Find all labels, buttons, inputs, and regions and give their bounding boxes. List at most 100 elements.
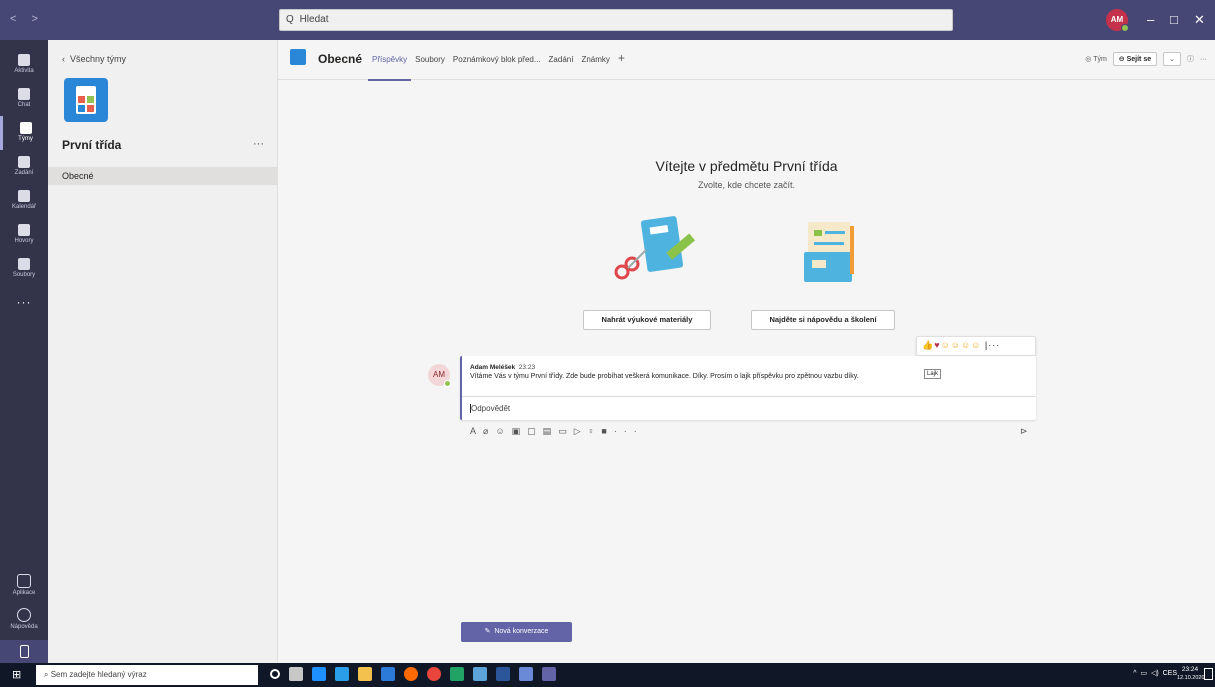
task-view-icon[interactable] (289, 667, 303, 681)
chrome-icon[interactable] (427, 667, 441, 681)
system-tray: ^ ▭ ◁) CES (1133, 669, 1177, 677)
close-button[interactable]: ✕ (1194, 12, 1205, 28)
video-icon[interactable]: ▭ (558, 426, 574, 436)
title-bar: < > Q Hledat AM – □ ✕ (0, 0, 1215, 40)
tab-class-notebook[interactable]: Poznámkový blok před... (449, 40, 545, 80)
volume-icon[interactable]: ◁) (1151, 670, 1159, 677)
edge-icon[interactable] (312, 667, 326, 681)
new-conversation-button[interactable]: ✎ Nová konverzace (461, 622, 572, 642)
word-icon[interactable] (496, 667, 510, 681)
camera-icon: ⊖ (1118, 56, 1127, 63)
sticker-icon[interactable]: ▢ (527, 426, 543, 436)
taskbar-clock[interactable]: 23:24 12.10.2020 (1177, 665, 1205, 683)
language-indicator[interactable]: CES (1163, 670, 1177, 677)
photos-icon[interactable] (473, 667, 487, 681)
rail-item-assignments[interactable]: Zadání (0, 150, 48, 184)
maximize-button[interactable]: □ (1170, 12, 1178, 27)
channel-header: Obecné Příspěvky Soubory Poznámkový blok… (278, 40, 1215, 81)
angry-reaction-icon[interactable]: ☺ (971, 340, 981, 350)
laugh-reaction-icon[interactable]: ☺ (941, 340, 951, 350)
app-icon[interactable] (519, 667, 533, 681)
reply-input[interactable]: Odpovědět (462, 396, 1036, 420)
team-button[interactable]: ◎ Tým (1085, 55, 1107, 63)
post-card: Adam Meléšek 23:23 Vítáme Vás v týmu Prv… (460, 356, 1036, 420)
app-rail: Aktivita Chat Týmy Zadání Kalendář Hovor… (0, 40, 48, 663)
back-forward-arrows[interactable]: < > (10, 13, 44, 25)
device-button[interactable] (0, 640, 48, 663)
taskbar-search-input[interactable]: ⌕ Sem zadejte hledaný výraz (36, 665, 258, 685)
channel-title: Obecné (318, 52, 363, 66)
tab-grades[interactable]: Známky (577, 40, 613, 80)
presence-available-icon (444, 380, 451, 387)
compose-more-icon[interactable]: ··· (614, 426, 644, 436)
mail-icon[interactable] (381, 667, 395, 681)
reaction-tooltip: Lajk (924, 369, 942, 379)
network-icon[interactable]: ▭ (1140, 670, 1147, 677)
eye-icon: ◎ (1085, 56, 1094, 63)
tab-assignments[interactable]: Zadání (545, 40, 578, 80)
help-icon (17, 608, 31, 622)
teams-taskbar-icon[interactable] (542, 667, 556, 681)
apps-icon (17, 574, 31, 588)
rail-item-activity[interactable]: Aktivita (0, 48, 48, 82)
info-icon[interactable]: ⓘ (1187, 54, 1194, 64)
meet-button[interactable]: ⊖ Sejít se (1112, 52, 1158, 66)
windows-start-icon[interactable]: ⊞ (12, 669, 24, 681)
more-apps-button[interactable]: ··· (0, 295, 48, 309)
rail-item-chat[interactable]: Chat (0, 82, 48, 116)
user-avatar[interactable]: AM (1106, 9, 1129, 32)
search-input[interactable]: Q Hledat (279, 9, 953, 31)
reaction-more-button[interactable]: |··· (985, 340, 1000, 350)
stream-icon[interactable]: ▷ (574, 426, 588, 436)
team-name: První třída (62, 138, 122, 152)
notifications-icon[interactable] (1204, 668, 1213, 680)
phone-icon (18, 224, 30, 236)
help-training-button[interactable]: Najděte si nápovědu a školení (751, 310, 895, 330)
meet-now-icon[interactable]: ▤ (543, 426, 559, 436)
rail-item-files[interactable]: Soubory (0, 252, 48, 286)
firefox-icon[interactable] (404, 667, 418, 681)
forms-icon[interactable]: ■ (601, 426, 613, 436)
all-teams-link[interactable]: ‹ Všechny týmy (62, 54, 126, 64)
help-training-illustration (804, 222, 854, 282)
sad-reaction-icon[interactable]: ☺ (961, 340, 971, 350)
rail-item-teams[interactable]: Týmy (0, 116, 48, 150)
tab-files[interactable]: Soubory (411, 40, 449, 80)
like-reaction-icon[interactable]: 👍 (922, 340, 934, 350)
emoji-icon[interactable]: ☺ (495, 426, 511, 436)
header-more-button[interactable]: ··· (1200, 56, 1207, 63)
rail-item-apps[interactable]: Aplikace (0, 568, 48, 602)
rail-item-help[interactable]: Nápověda (0, 602, 48, 636)
upload-materials-button[interactable]: Nahrát výukové materiály (583, 310, 711, 330)
team-more-button[interactable]: ··· (253, 138, 264, 150)
file-explorer-icon[interactable] (358, 667, 372, 681)
search-icon: Q (286, 14, 294, 25)
format-icon[interactable]: A (470, 426, 483, 436)
windows-taskbar: ⊞ ⌕ Sem zadejte hledaný výraz ^ ▭ ◁) CES… (0, 663, 1215, 687)
rail-item-calls[interactable]: Hovory (0, 218, 48, 252)
mobile-device-icon (19, 645, 29, 658)
surprised-reaction-icon[interactable]: ☺ (951, 340, 961, 350)
send-icon[interactable]: ⊳ (1020, 426, 1028, 437)
meet-dropdown-chevron-icon[interactable]: ⌄ (1163, 52, 1181, 66)
cortana-icon[interactable] (270, 669, 280, 679)
search-icon: ⌕ (44, 670, 51, 679)
store-icon[interactable] (335, 667, 349, 681)
excel-icon[interactable] (450, 667, 464, 681)
channel-item-general[interactable]: Obecné (48, 167, 278, 185)
praise-icon[interactable]: ♀ (588, 426, 602, 436)
reaction-bar: 👍♥☺☺☺☺ |··· (916, 336, 1036, 356)
gif-icon[interactable]: ▣ (512, 426, 528, 436)
team-avatar[interactable] (64, 78, 108, 122)
tray-chevron-up-icon[interactable]: ^ (1133, 670, 1136, 677)
attach-icon[interactable]: ⌀ (483, 426, 495, 436)
tab-posts[interactable]: Příspěvky (368, 40, 412, 81)
minimize-button[interactable]: – (1147, 12, 1154, 27)
teams-icon (19, 122, 32, 134)
chat-icon (18, 88, 30, 100)
add-tab-button[interactable]: + (614, 40, 629, 80)
post-author-avatar[interactable]: AM (428, 364, 451, 387)
rail-item-calendar[interactable]: Kalendář (0, 184, 48, 218)
compose-icon: ✎ (484, 628, 495, 635)
post-author: Adam Meléšek (470, 364, 516, 371)
